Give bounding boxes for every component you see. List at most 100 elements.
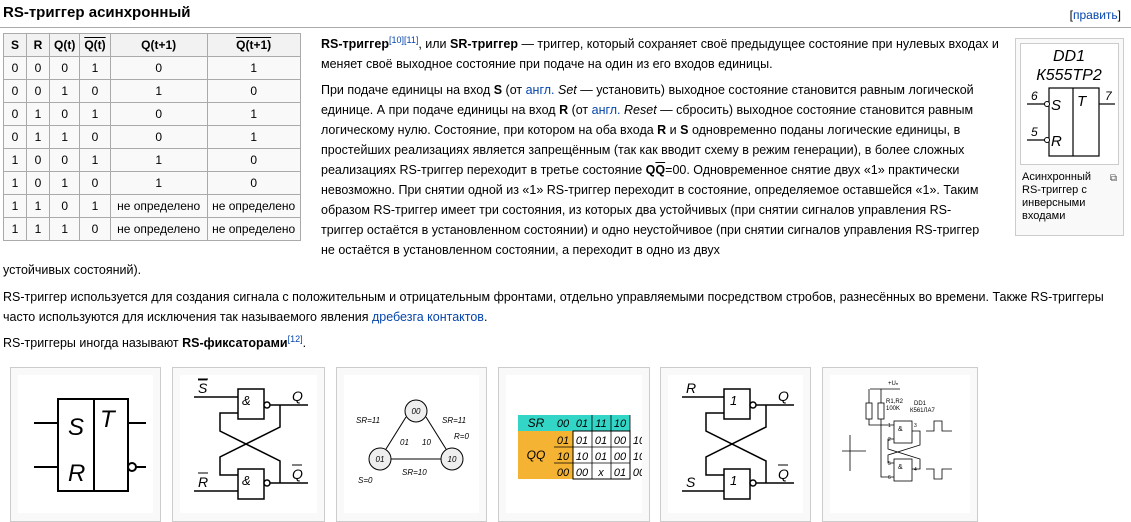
thumb-bubble-s	[1044, 101, 1050, 107]
thumb-pin5: 5	[1031, 125, 1038, 139]
g3-bg	[344, 375, 479, 513]
thumb-pin7: 7	[1105, 89, 1113, 103]
g5-qbar: Q	[778, 466, 789, 482]
gallery-item-1[interactable]: S R T	[10, 367, 161, 522]
table-cell: 0	[79, 217, 111, 241]
table-cell: 1	[79, 102, 111, 126]
table-cell: не определено	[206, 217, 301, 241]
g3-label-10: 10	[448, 455, 457, 464]
table-cell: 1	[3, 148, 27, 172]
g1-bubble	[127, 462, 137, 472]
gallery-item-6[interactable]: +Uₙ R1,R2 100K DD1 К561ЛА7 & & 1 2 3 5 6…	[822, 367, 978, 522]
table-cell: 1	[109, 171, 208, 195]
g6-r12: R1,R2	[886, 399, 904, 405]
g1-t: T	[100, 406, 117, 433]
edit-link[interactable]: править	[1073, 8, 1118, 22]
g4-qq: QQ	[527, 448, 546, 462]
g2-q: Q	[292, 388, 303, 404]
paragraph-inputs-tail: устойчивых состояний).	[3, 263, 142, 277]
g5-one-top: 1	[730, 393, 737, 408]
g6-dd1: DD1	[914, 401, 927, 407]
paragraph-usage: RS-триггер используется для создания сиг…	[3, 290, 1104, 324]
gallery-item-3[interactable]: 00 01 10 SR=11 SR=11 01 10 R=0 S=0 SR=10	[336, 367, 487, 522]
table-row: 1 1 1 0 не определено не определено	[3, 217, 301, 241]
table-cell: 0	[79, 79, 111, 103]
heading-rule	[0, 27, 1131, 28]
truth-table: S R Q(t) Q(t) Q(t+1) Q(t+1) 000101001010…	[3, 33, 301, 241]
table-row: 101010	[3, 171, 301, 195]
table-cell: 1	[26, 125, 50, 149]
table-row: 001010	[3, 79, 301, 103]
kmap-cell: 00	[633, 467, 642, 479]
table-row: 1 1 0 1 не определено не определено	[3, 194, 301, 218]
table-cell: 0	[26, 56, 50, 80]
table-cell: 1	[206, 56, 301, 80]
table-cell: 1	[3, 217, 27, 241]
kmap-cell: 01	[576, 435, 588, 447]
table-cell: 0	[48, 194, 81, 218]
edit-section: [править]	[1069, 8, 1121, 22]
table-row: 000101	[3, 56, 301, 80]
g6-p5: 5	[888, 461, 891, 467]
kmap-cell: 10	[633, 451, 642, 463]
gallery-item-2[interactable]: & & S R Q Q	[172, 367, 325, 522]
g5-r: R	[686, 380, 696, 396]
table-cell: 0	[26, 148, 50, 172]
g5-s: S	[686, 474, 696, 490]
kmap-col-label: 10	[614, 418, 627, 430]
debounce-link[interactable]: дребезга контактов	[372, 310, 484, 324]
kmap-cell: 01	[614, 467, 626, 479]
table-cell: 0	[79, 125, 111, 149]
paragraph-inputs: При подаче единицы на вход S (от англ. S…	[321, 83, 980, 257]
table-cell: 0	[48, 102, 81, 126]
table-cell: 0	[3, 125, 27, 149]
kmap-cell: 10	[576, 451, 589, 463]
kmap-col-label: 11	[595, 418, 606, 430]
table-row: 010101	[3, 102, 301, 126]
gallery-item-4[interactable]: SR QQ 00011110011000010100101001001000x0…	[498, 367, 650, 522]
g6-amp-top: &	[898, 426, 903, 433]
g2-r: R	[198, 474, 208, 490]
table-cell: 1	[109, 148, 208, 172]
table-row: 100110	[3, 148, 301, 172]
col-q-next: Q(t+1)	[109, 33, 208, 57]
table-cell: 0	[3, 79, 27, 103]
table-cell: 0	[26, 171, 50, 195]
magnify-icon[interactable]: ⧉	[1110, 173, 1117, 184]
g3-label-01: 01	[376, 455, 385, 464]
thumbnail-image[interactable]: DD1 К555ТР2 S R T 6 5 7	[1020, 43, 1119, 165]
table-cell: 1	[206, 125, 301, 149]
g4-sr: SR	[528, 416, 545, 430]
table-cell: 1	[79, 194, 111, 218]
angl-link-1[interactable]: англ.	[526, 83, 555, 97]
g3-label-00: 00	[412, 407, 421, 416]
table-cell: 1	[109, 79, 208, 103]
kmap-col-label: 00	[557, 418, 570, 430]
ref-12[interactable]: [12]	[288, 334, 303, 344]
table-cell: 1	[48, 125, 81, 149]
ref-11[interactable]: [11]	[404, 35, 418, 45]
g5-q: Q	[778, 388, 789, 404]
table-cell: 0	[109, 125, 208, 149]
table-cell: 0	[48, 56, 81, 80]
g5-bubble-top	[749, 401, 757, 409]
kmap-cell: 01	[595, 451, 607, 463]
table-cell: 1	[79, 148, 111, 172]
table-cell: 1	[3, 194, 27, 218]
table-cell: не определено	[109, 194, 208, 218]
gallery-item-5[interactable]: 1 1 R S Q Q	[660, 367, 811, 522]
thumb-t: T	[1077, 93, 1088, 110]
angl-link-2[interactable]: англ.	[592, 103, 621, 117]
table-cell: 0	[79, 171, 111, 195]
g1-bg	[18, 375, 153, 513]
table-cell: 1	[26, 217, 50, 241]
table-cell: 1	[48, 171, 81, 195]
kmap-col-label: 01	[576, 418, 588, 430]
table-cell: 1	[3, 171, 27, 195]
g2-amp-top: &	[242, 393, 251, 408]
col-r: R	[26, 33, 50, 57]
g3-sr01: 01	[400, 438, 409, 447]
g6-bg	[830, 375, 970, 513]
ref-10[interactable]: [10]	[389, 35, 404, 45]
g6-p4: 4	[914, 467, 917, 473]
